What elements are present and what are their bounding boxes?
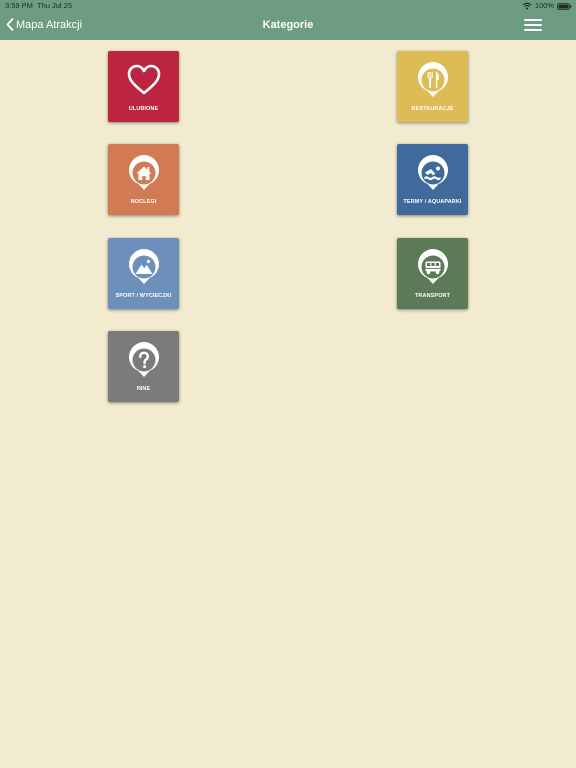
battery-icon (557, 2, 572, 10)
category-label: SPORT / WYCIECZKI (115, 293, 172, 299)
page-title: Kategorie (262, 19, 314, 31)
house-icon (128, 155, 159, 190)
status-date: Thu Jul 25 (37, 1, 73, 10)
heart-icon (127, 64, 160, 95)
hamburger-icon (524, 19, 542, 31)
swimmer-icon (417, 155, 448, 190)
category-transport[interactable]: TRANSPORT (397, 238, 468, 309)
wifi-icon (522, 2, 532, 10)
fork-knife-icon (417, 62, 448, 97)
bus-icon (417, 249, 448, 284)
category-sport-wycieczki[interactable]: SPORT / WYCIECZKI (108, 238, 179, 309)
nav-row: Mapa Atrakcji Kategorie (0, 12, 576, 40)
category-inne[interactable]: INNE (108, 331, 179, 402)
navigation-bar: 3:59 PM Thu Jul 25 100% Mapa Atrakcji Ka… (0, 0, 576, 40)
category-noclegi[interactable]: NOCLEGI (108, 144, 179, 215)
category-label: RESTAURACJE (411, 106, 454, 112)
menu-button[interactable] (524, 18, 542, 32)
mountain-icon (128, 249, 159, 284)
category-termy-aquaparki[interactable]: TERMY / AQUAPARKI (397, 144, 468, 215)
battery-percent: 100% (534, 1, 554, 10)
question-icon (128, 342, 159, 377)
category-label: TERMY / AQUAPARKI (403, 199, 462, 205)
status-time: 3:59 PM (5, 1, 33, 10)
category-ulubione[interactable]: ULUBIONE (108, 51, 179, 122)
category-label: TRANSPORT (414, 293, 451, 299)
category-label: INNE (136, 386, 151, 392)
category-restauracje[interactable]: RESTAURACJE (397, 51, 468, 122)
category-label: ULUBIONE (128, 106, 159, 112)
status-bar: 3:59 PM Thu Jul 25 100% (0, 0, 576, 12)
status-right: 100% (522, 0, 572, 12)
category-label: NOCLEGI (130, 199, 157, 205)
